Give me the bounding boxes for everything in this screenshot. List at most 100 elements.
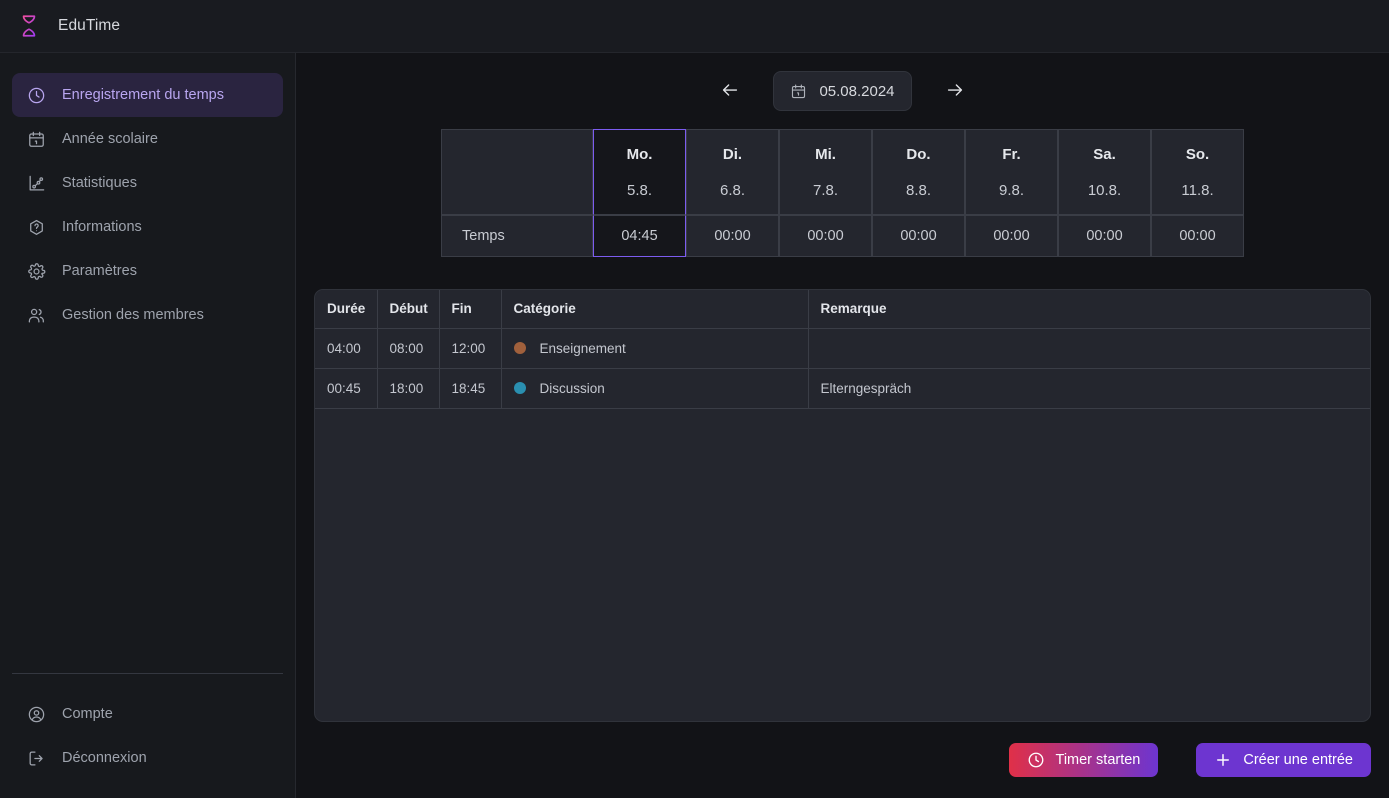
user-circle-icon (26, 704, 46, 724)
sidebar-item-information[interactable]: Informations (12, 205, 283, 249)
entry-category-label: Discussion (539, 380, 605, 396)
calendar-icon (26, 129, 46, 149)
logout-icon (26, 748, 46, 768)
sidebar-item-label: Année scolaire (62, 131, 158, 147)
entries-column-header-start: Début (377, 290, 440, 329)
sidebar-item-label: Informations (62, 219, 142, 235)
week-day-header[interactable]: Fr. 9.8. (965, 129, 1058, 215)
week-summary: Mo. 5.8. Di. 6.8. Mi. 7.8. Do. 8.8. Fr. … (314, 129, 1371, 257)
previous-day-button[interactable] (713, 74, 747, 108)
main-content: 05.08.2024 Mo. 5.8. Di. 6.8. Mi. 7.8. Do… (296, 53, 1389, 798)
entries-column-header-duration: Durée (315, 290, 378, 329)
week-time-row: Temps 04:45 00:00 00:00 00:00 00:00 00:0… (441, 215, 1244, 257)
sidebar-item-member-management[interactable]: Gestion des membres (12, 293, 283, 337)
create-entry-label: Créer une entrée (1243, 752, 1353, 768)
body-split: Enregistrement du temps Année scolaire S… (0, 53, 1389, 798)
week-row-label: Temps (441, 215, 593, 257)
week-day-total: 04:45 (593, 215, 686, 257)
entry-duration: 04:00 (315, 328, 378, 369)
week-day-header[interactable]: Di. 6.8. (686, 129, 779, 215)
week-summary-table: Mo. 5.8. Di. 6.8. Mi. 7.8. Do. 8.8. Fr. … (441, 129, 1244, 257)
week-day-name: Mo. (626, 145, 653, 163)
entries-header-row: Durée Début Fin Catégorie Remarque (315, 290, 1370, 329)
sidebar-divider (12, 673, 283, 674)
sidebar-item-time-tracking[interactable]: Enregistrement du temps (12, 73, 283, 117)
clock-icon (1027, 751, 1045, 769)
entries-column-header-remark: Remarque (808, 290, 1370, 329)
arrow-left-icon (719, 79, 741, 104)
sidebar-item-statistics[interactable]: Statistiques (12, 161, 283, 205)
sidebar-item-school-year[interactable]: Année scolaire (12, 117, 283, 161)
entries-column-header-category: Catégorie (501, 290, 809, 329)
entry-end: 12:00 (439, 328, 502, 369)
week-day-header[interactable]: Sa. 10.8. (1058, 129, 1151, 215)
week-day-name: Sa. (1093, 145, 1116, 163)
arrow-right-icon (944, 79, 966, 104)
create-entry-button[interactable]: Créer une entrée (1196, 743, 1371, 777)
top-bar: EduTime (0, 0, 1389, 53)
sidebar-item-label: Enregistrement du temps (62, 87, 224, 103)
week-day-date: 7.8. (812, 181, 839, 199)
week-day-total: 00:00 (1058, 215, 1151, 257)
table-row[interactable]: 00:45 18:00 18:45 Discussion Elterngespr… (315, 368, 1370, 409)
week-day-date: 5.8. (626, 181, 653, 199)
gear-icon (26, 261, 46, 281)
entry-start: 08:00 (377, 328, 440, 369)
hourglass-icon (14, 11, 44, 41)
week-day-header[interactable]: So. 11.8. (1151, 129, 1244, 215)
help-hexagon-icon (26, 217, 46, 237)
date-picker-button[interactable]: 05.08.2024 (773, 71, 912, 111)
entry-remark (808, 328, 1370, 369)
sidebar: Enregistrement du temps Année scolaire S… (0, 53, 296, 798)
week-day-date: 11.8. (1181, 181, 1214, 199)
entries-panel: Durée Début Fin Catégorie Remarque 04:00… (314, 289, 1371, 722)
week-day-header[interactable]: Mo. 5.8. (593, 129, 686, 215)
category-color-dot (513, 382, 526, 394)
week-day-name: Mi. (815, 145, 836, 163)
entry-category-label: Enseignement (539, 340, 626, 356)
entries-empty-area (315, 409, 1370, 722)
start-timer-button[interactable]: Timer starten (1008, 743, 1159, 777)
plus-icon (1214, 751, 1232, 769)
week-day-total: 00:00 (686, 215, 779, 257)
week-day-name: Di. (722, 145, 743, 163)
week-day-date: 9.8. (998, 181, 1025, 199)
start-timer-label: Timer starten (1055, 752, 1141, 768)
entry-duration: 00:45 (315, 368, 378, 409)
date-navigation: 05.08.2024 (314, 53, 1371, 129)
entry-remark: Elterngespräch (808, 368, 1370, 409)
week-table-corner (441, 129, 593, 215)
footer-actions: Timer starten Créer une entrée (314, 722, 1371, 798)
sidebar-item-account[interactable]: Compte (12, 692, 283, 736)
sidebar-item-label: Déconnexion (62, 750, 147, 766)
entries-column-header-end: Fin (439, 290, 502, 329)
week-day-total: 00:00 (779, 215, 872, 257)
sidebar-item-label: Paramètres (62, 263, 137, 279)
week-day-name: Do. (906, 145, 931, 163)
calendar-icon (790, 83, 807, 100)
sidebar-item-settings[interactable]: Paramètres (12, 249, 283, 293)
line-chart-icon (26, 173, 46, 193)
entry-category-cell: Discussion (501, 368, 809, 409)
week-day-date: 6.8. (719, 181, 746, 199)
sidebar-nav: Enregistrement du temps Année scolaire S… (0, 73, 295, 337)
sidebar-item-logout[interactable]: Déconnexion (12, 736, 283, 780)
app-title: EduTime (58, 17, 121, 34)
entries-table: Durée Début Fin Catégorie Remarque 04:00… (315, 290, 1370, 409)
entry-end: 18:45 (439, 368, 502, 409)
sidebar-bottom-section: Compte Déconnexion (0, 673, 295, 798)
app-root: EduTime Enregistrement du temps Année sc… (0, 0, 1389, 798)
date-picker-value: 05.08.2024 (819, 82, 895, 100)
week-day-total: 00:00 (872, 215, 965, 257)
week-day-header[interactable]: Mi. 7.8. (779, 129, 872, 215)
clock-icon (26, 85, 46, 105)
week-day-name: So. (1185, 145, 1210, 163)
next-day-button[interactable] (938, 74, 972, 108)
sidebar-item-label: Statistiques (62, 175, 137, 191)
week-day-date: 10.8. (1087, 181, 1122, 199)
entry-start: 18:00 (377, 368, 440, 409)
table-row[interactable]: 04:00 08:00 12:00 Enseignement (315, 328, 1370, 369)
week-day-header[interactable]: Do. 8.8. (872, 129, 965, 215)
sidebar-item-label: Compte (62, 706, 113, 722)
users-icon (26, 305, 46, 325)
